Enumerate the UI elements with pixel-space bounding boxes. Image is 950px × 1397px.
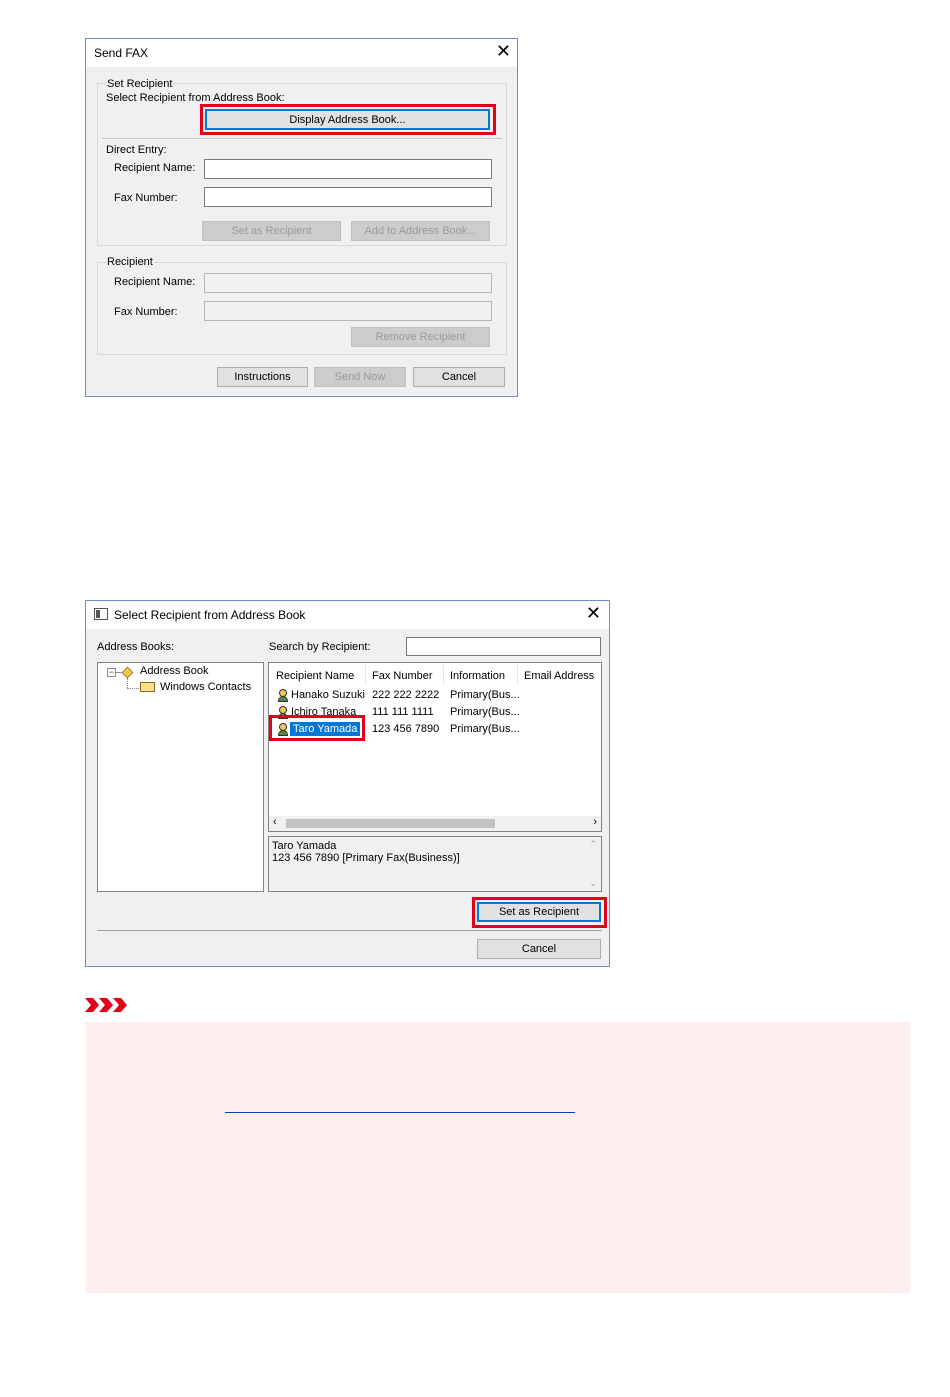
row-info: Primary(Bus... (450, 706, 520, 718)
address-book-titlebar[interactable]: Select Recipient from Address Book ✕ (86, 601, 609, 629)
important-icon (85, 996, 133, 1014)
fax-number-readonly (204, 301, 492, 321)
send-fax-window: Send FAX ✕ Set Recipient Select Recipien… (85, 38, 518, 397)
column-header-fax-number[interactable]: Fax Number (372, 670, 433, 682)
table-row[interactable]: Hanako Suzuki 222 222 2222 Primary(Bus..… (269, 687, 601, 704)
fax-number-input[interactable] (204, 187, 492, 207)
tree-item-address-book[interactable]: Address Book (140, 665, 208, 677)
row-fax: 111 111 1111 (372, 706, 434, 718)
important-note-box (85, 1022, 910, 1293)
highlight-taro-yamada (269, 715, 365, 741)
separator (97, 930, 602, 931)
tree-connector (127, 688, 139, 689)
search-label: Search by Recipient: (269, 641, 371, 653)
column-header-information[interactable]: Information (450, 670, 505, 682)
highlight-display-address-book (200, 104, 496, 135)
select-from-book-label: Select Recipient from Address Book: (106, 92, 285, 104)
send-now-button[interactable]: Send Now (314, 367, 406, 387)
scrollbar-thumb[interactable] (286, 819, 495, 828)
folder-icon (140, 682, 155, 692)
address-book-icon (121, 666, 134, 679)
tree-expand-icon[interactable]: − (107, 668, 116, 677)
row-info: Primary(Bus... (450, 689, 520, 701)
tree-connector (127, 678, 128, 688)
column-divider (517, 665, 518, 685)
separator (102, 138, 502, 139)
search-input[interactable] (406, 637, 601, 656)
set-recipient-group-label: Set Recipient (106, 78, 174, 90)
column-header-recipient-name[interactable]: Recipient Name (276, 670, 354, 682)
detail-fax: 123 456 7890 [Primary Fax(Business)] (272, 852, 460, 864)
cancel-button[interactable]: Cancel (413, 367, 505, 387)
scroll-up-icon[interactable]: ⌃ (589, 839, 597, 850)
recipient-detail: Taro Yamada 123 456 7890 [Primary Fax(Bu… (268, 836, 602, 892)
set-as-recipient-button[interactable]: Set as Recipient (202, 221, 341, 241)
recipient-name-readonly-label: Recipient Name: (114, 276, 196, 288)
detail-name: Taro Yamada (272, 840, 337, 852)
address-book-tree[interactable]: − Address Book Windows Contacts (97, 662, 264, 892)
highlight-set-as-recipient (472, 897, 607, 928)
recipient-group-label: Recipient (106, 256, 154, 268)
column-divider (365, 665, 366, 685)
cancel-button[interactable]: Cancel (477, 939, 601, 959)
row-info: Primary(Bus... (450, 723, 520, 735)
fax-number-label: Fax Number: (114, 192, 178, 204)
column-header-email-address[interactable]: Email Address (524, 670, 594, 682)
add-to-address-book-button[interactable]: Add to Address Book... (351, 221, 490, 241)
recipient-list[interactable]: Recipient Name Fax Number Information Em… (268, 662, 602, 832)
send-fax-title: Send FAX (94, 46, 149, 60)
app-window-icon (94, 608, 108, 620)
send-fax-titlebar[interactable]: Send FAX ✕ (86, 39, 517, 67)
address-book-window: Select Recipient from Address Book ✕ Add… (85, 600, 610, 967)
horizontal-scrollbar[interactable]: ‹ › (269, 816, 601, 831)
row-fax: 222 222 2222 (372, 689, 440, 701)
remove-recipient-button[interactable]: Remove Recipient (351, 327, 490, 347)
address-books-label: Address Books: (97, 641, 175, 653)
row-fax: 123 456 7890 (372, 723, 440, 735)
recipient-name-readonly (204, 273, 492, 293)
fax-number-readonly-label: Fax Number: (114, 306, 178, 318)
address-book-title: Select Recipient from Address Book (114, 608, 306, 622)
instructions-button[interactable]: Instructions (217, 367, 308, 387)
tree-item-windows-contacts[interactable]: Windows Contacts (160, 681, 251, 693)
recipient-name-input[interactable] (204, 159, 492, 179)
scroll-left-icon[interactable]: ‹ (273, 816, 277, 828)
close-icon[interactable]: ✕ (496, 41, 511, 61)
recipient-name-label: Recipient Name: (114, 162, 196, 174)
scroll-down-icon[interactable]: ⌄ (589, 878, 597, 889)
row-name: Hanako Suzuki (291, 689, 365, 701)
direct-entry-label: Direct Entry: (106, 144, 167, 156)
scroll-right-icon[interactable]: › (593, 816, 597, 828)
note-link[interactable] (225, 1112, 575, 1113)
close-icon[interactable]: ✕ (586, 603, 601, 623)
contact-icon (277, 689, 289, 702)
column-divider (443, 665, 444, 685)
